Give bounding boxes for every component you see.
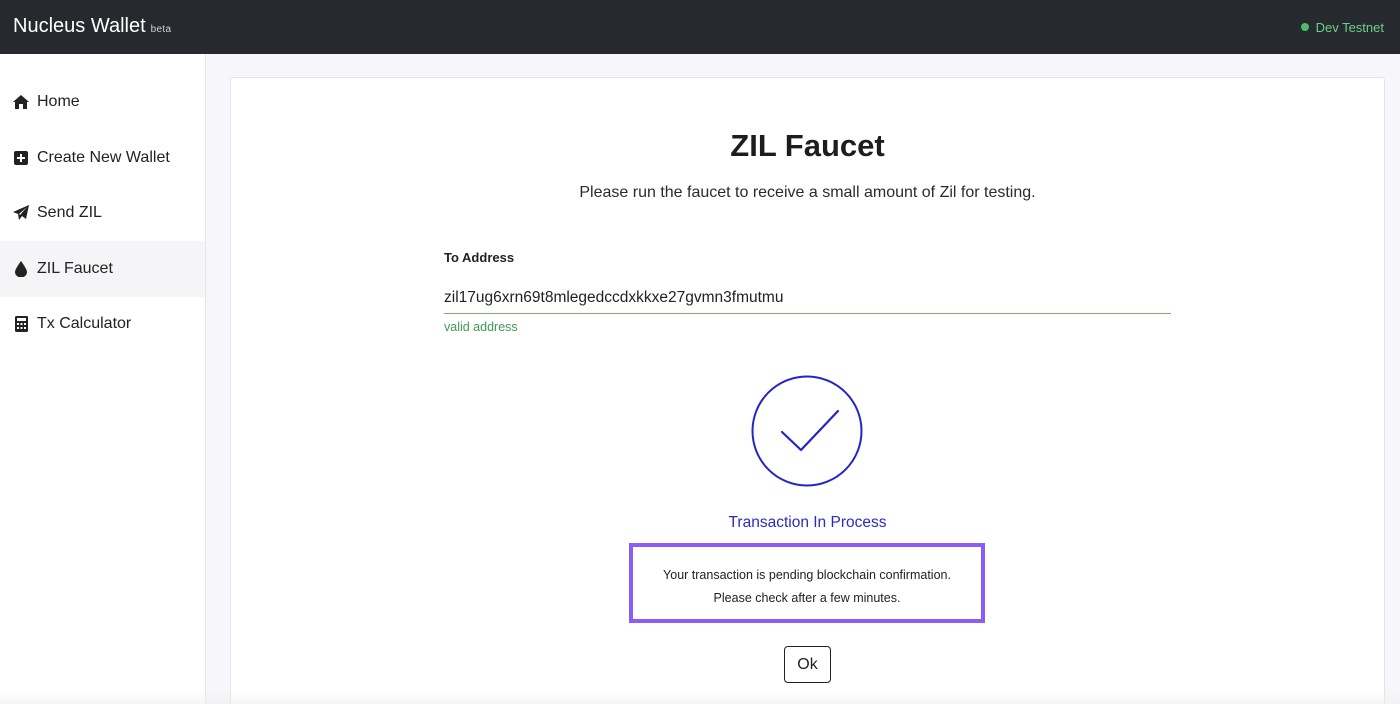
check-circle-icon <box>751 375 863 487</box>
page-subtitle: Please run the faucet to receive a small… <box>579 184 1036 201</box>
sidebar: Home Create New Wallet Send ZIL ZIL Fauc… <box>0 54 206 704</box>
ok-button[interactable]: Ok <box>784 646 831 683</box>
droplet-icon <box>13 261 29 277</box>
app-name: Nucleus Wallet <box>13 15 146 37</box>
sidebar-item-label: Tx Calculator <box>37 315 132 332</box>
sidebar-item-home[interactable]: Home <box>0 74 205 130</box>
faucet-card: ZIL Faucet Please run the faucet to rece… <box>230 77 1385 704</box>
sidebar-item-label: Home <box>37 93 80 110</box>
network-label: Dev Testnet <box>1315 20 1384 35</box>
sidebar-item-label: Create New Wallet <box>37 149 170 166</box>
address-label: To Address <box>444 250 515 265</box>
sidebar-item-label: ZIL Faucet <box>37 260 113 277</box>
home-icon <box>13 94 29 110</box>
sidebar-item-label: Send ZIL <box>37 204 102 221</box>
beta-badge: beta <box>150 24 172 35</box>
calculator-icon <box>13 316 29 332</box>
paper-plane-icon <box>13 205 29 221</box>
plus-square-icon <box>13 150 29 166</box>
network-indicator[interactable]: Dev Testnet <box>1300 20 1384 35</box>
validation-message: valid address <box>444 320 518 334</box>
transaction-status: Transaction In Process <box>728 514 887 531</box>
sidebar-item-zil-faucet[interactable]: ZIL Faucet <box>0 241 205 297</box>
network-status-dot-icon <box>1300 23 1309 31</box>
sidebar-item-create-new-wallet[interactable]: Create New Wallet <box>0 130 205 186</box>
notice-line: Your transaction is pending blockchain c… <box>663 568 951 582</box>
app-brand[interactable]: Nucleus Wallet beta <box>13 15 171 38</box>
sidebar-item-send-zil[interactable]: Send ZIL <box>0 185 205 241</box>
page-title: ZIL Faucet <box>730 128 885 163</box>
pending-notice: Your transaction is pending blockchain c… <box>629 543 985 623</box>
top-navbar: Nucleus Wallet beta Dev Testnet <box>0 0 1400 54</box>
sidebar-item-tx-calculator[interactable]: Tx Calculator <box>0 296 205 352</box>
notice-line: Please check after a few minutes. <box>713 591 901 605</box>
address-input[interactable] <box>444 282 1171 314</box>
